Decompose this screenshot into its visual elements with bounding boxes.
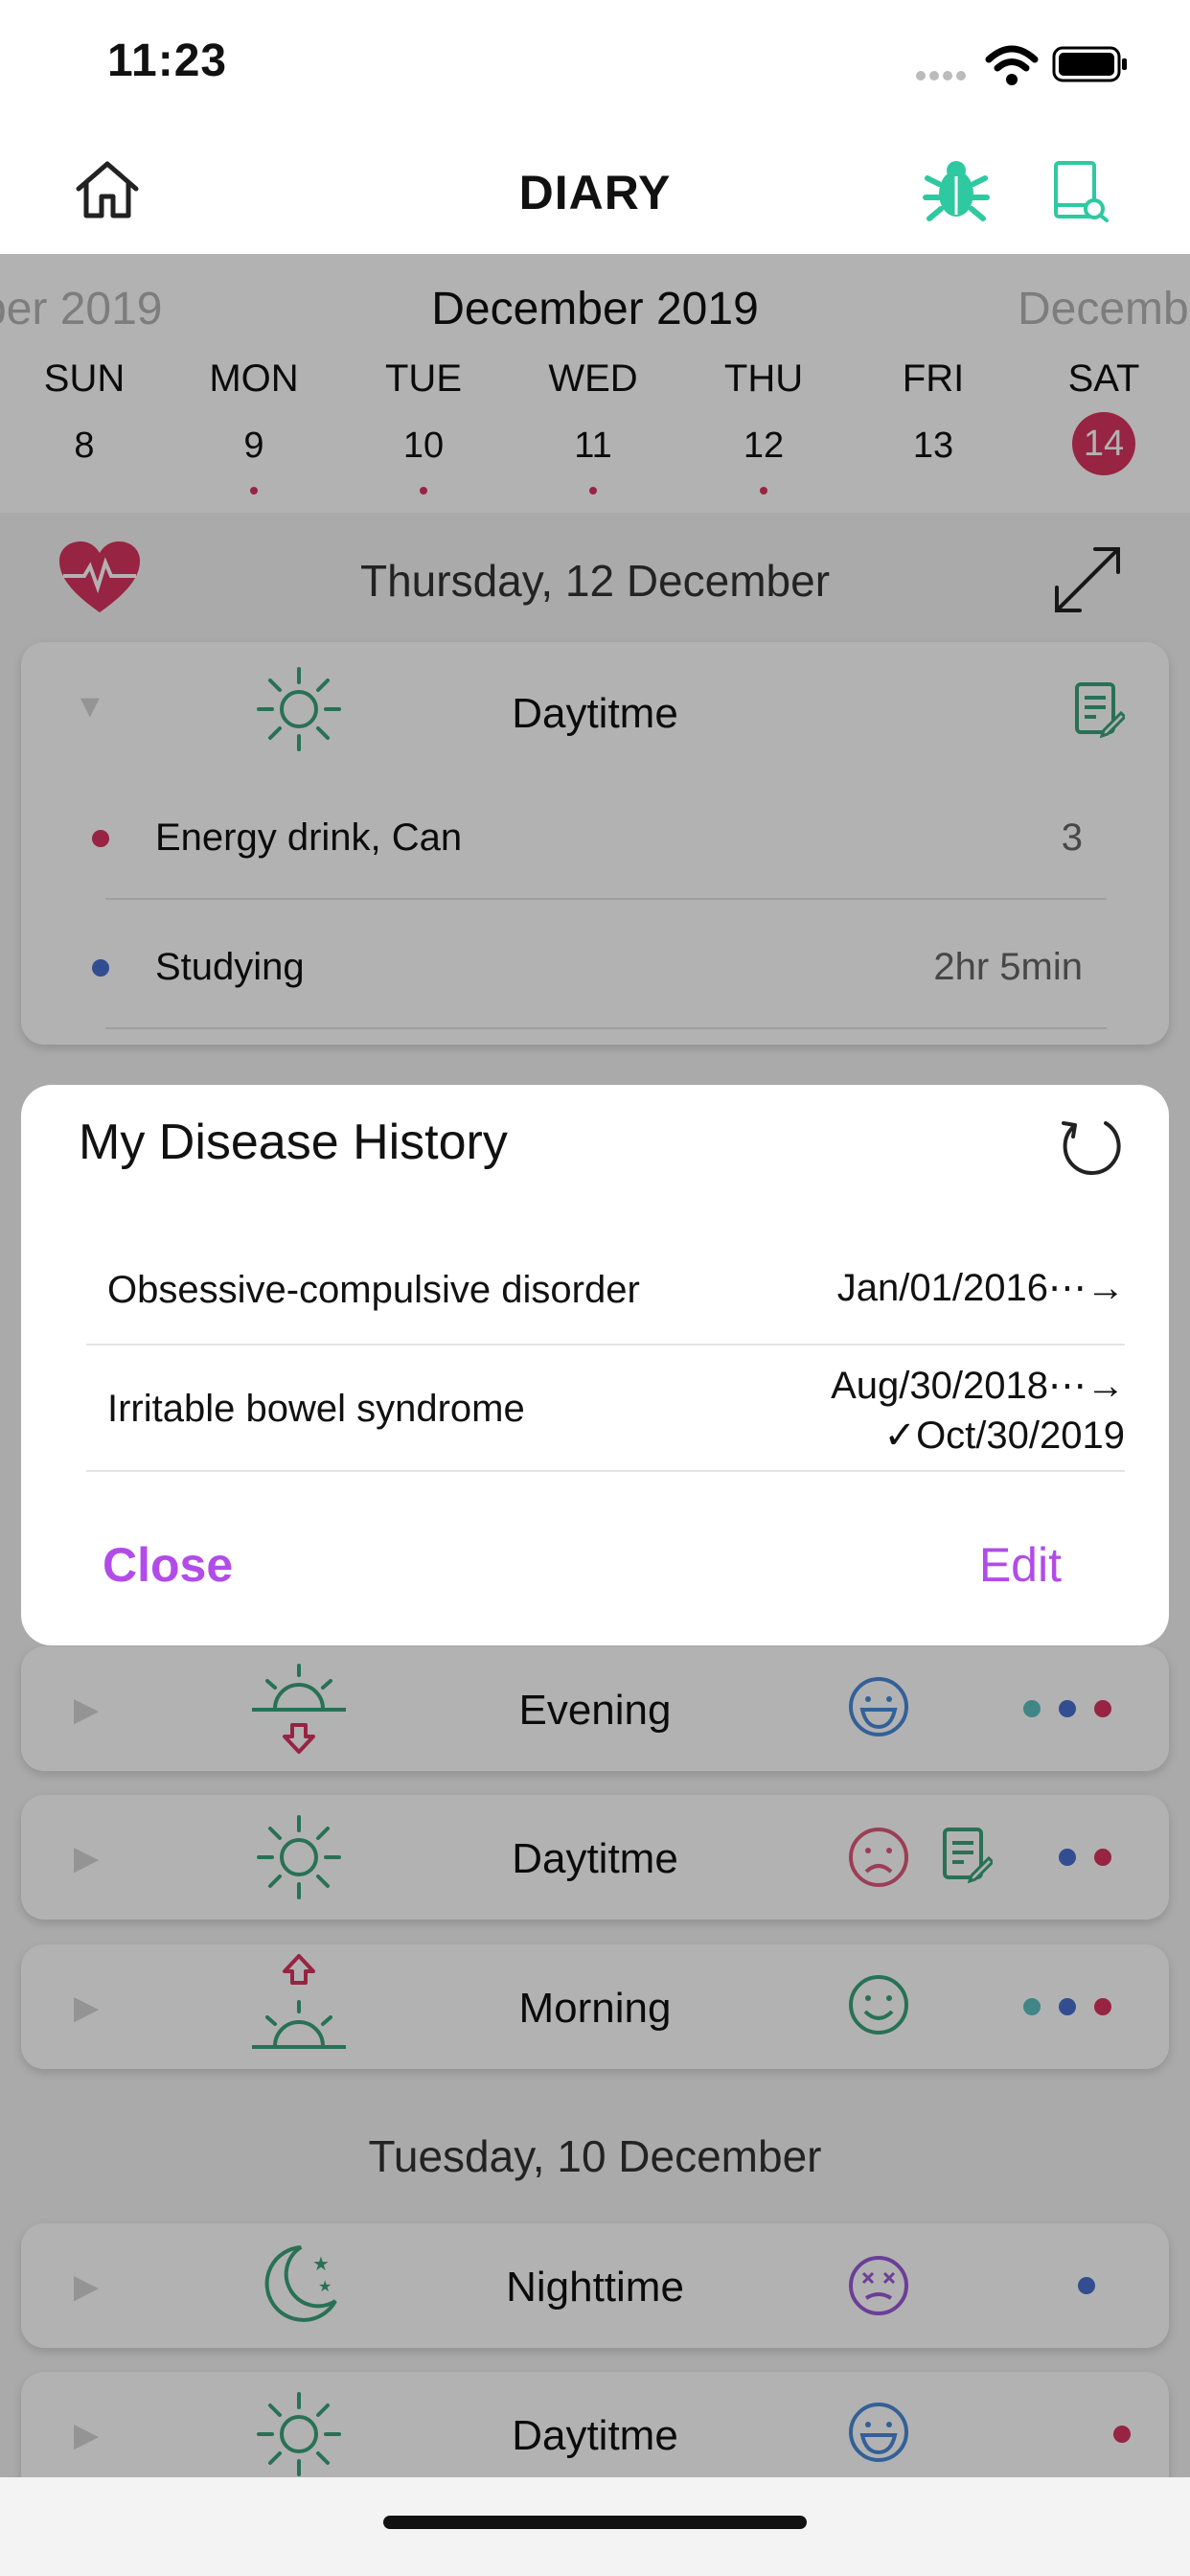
home-indicator[interactable] <box>383 2516 807 2529</box>
disease-history-dialog: My Disease History Obsessive-compulsive … <box>21 1085 1169 1645</box>
home-indicator-area <box>0 2477 1190 2576</box>
status-bar: 11:23 <box>0 0 1190 134</box>
disease-date-end: ✓Oct/30/2019 <box>883 1414 1125 1457</box>
disease-row[interactable]: Obsessive-compulsive disorder Jan/01/201… <box>86 1248 1125 1346</box>
edit-button[interactable]: Edit <box>979 1537 1062 1593</box>
disease-date-start: Aug/30/2018⋯→ <box>831 1365 1125 1407</box>
disease-row[interactable]: Irritable bowel syndrome Aug/30/2018⋯→ ✓… <box>86 1346 1125 1472</box>
bug-icon[interactable] <box>922 155 991 229</box>
navigation-bar: DIARY <box>0 134 1190 254</box>
dialog-title: My Disease History <box>79 1115 508 1170</box>
refresh-icon[interactable] <box>1056 1110 1125 1184</box>
status-time: 11:23 <box>107 35 228 86</box>
disease-name: Irritable bowel syndrome <box>107 1388 525 1430</box>
cellular-signal-icon <box>915 69 971 87</box>
page-title: DIARY <box>518 166 672 219</box>
disease-name: Obsessive-compulsive disorder <box>107 1269 640 1311</box>
wifi-icon <box>985 44 1039 91</box>
report-search-icon[interactable] <box>1052 159 1110 227</box>
battery-icon <box>1052 46 1129 89</box>
close-button[interactable]: Close <box>103 1537 233 1593</box>
disease-date: Jan/01/2016⋯→ <box>836 1267 1125 1309</box>
